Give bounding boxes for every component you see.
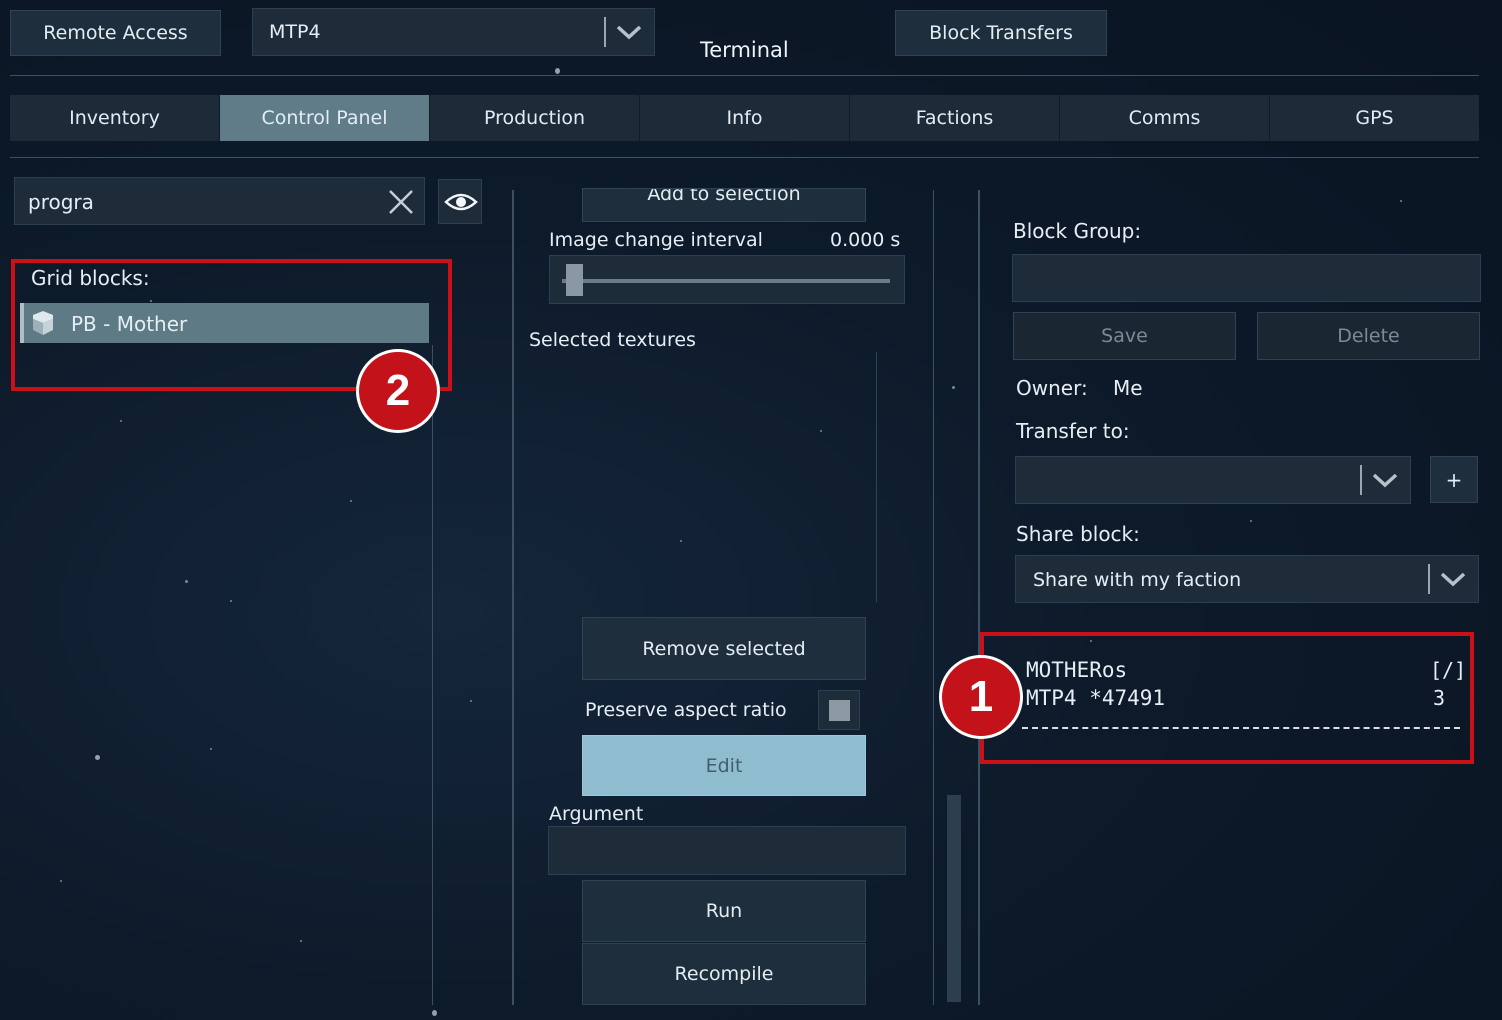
tab-factions[interactable]: Factions xyxy=(850,95,1060,141)
run-label: Run xyxy=(705,900,743,922)
tab-label: Control Panel xyxy=(261,107,388,129)
preserve-aspect-checkbox[interactable] xyxy=(818,690,860,730)
tab-bar: Inventory Control Panel Production Info … xyxy=(10,95,1479,141)
transfer-to-label: Transfer to: xyxy=(1016,419,1130,443)
page-title: Terminal xyxy=(700,38,789,62)
delete-button[interactable]: Delete xyxy=(1257,312,1480,360)
divider xyxy=(10,157,1479,158)
tab-label: Factions xyxy=(915,107,994,129)
search-input[interactable]: progra xyxy=(14,177,425,225)
add-label: + xyxy=(1445,467,1463,492)
remove-selected-button[interactable]: Remove selected xyxy=(582,617,866,680)
tab-label: GPS xyxy=(1355,107,1394,129)
block-group-input[interactable] xyxy=(1012,254,1481,302)
run-button[interactable]: Run xyxy=(582,880,866,942)
edit-button[interactable]: Edit xyxy=(582,735,866,796)
selected-textures-list[interactable] xyxy=(527,352,877,602)
argument-input[interactable] xyxy=(548,826,906,875)
grid-select-dropdown[interactable]: MTP4 xyxy=(252,8,655,56)
show-hidden-toggle[interactable] xyxy=(438,179,482,224)
edit-label: Edit xyxy=(705,754,743,777)
owner-label: Owner: xyxy=(1016,376,1088,400)
add-transfer-button[interactable]: + xyxy=(1430,456,1478,503)
owner-value: Me xyxy=(1113,376,1143,400)
slider-track xyxy=(562,279,890,283)
divider xyxy=(978,190,980,1005)
preserve-aspect-label: Preserve aspect ratio xyxy=(585,699,787,721)
divider xyxy=(10,75,1479,76)
share-block-label: Share block: xyxy=(1016,522,1140,546)
delete-label: Delete xyxy=(1337,325,1400,347)
highlight-box-detail-info xyxy=(980,632,1474,764)
argument-label: Argument xyxy=(549,803,644,825)
tab-label: Info xyxy=(726,107,763,129)
transfer-to-dropdown[interactable] xyxy=(1015,456,1411,504)
chevron-down-icon xyxy=(1372,473,1398,488)
tab-label: Inventory xyxy=(69,107,160,129)
recompile-label: Recompile xyxy=(674,963,774,985)
image-interval-label: Image change interval xyxy=(549,229,763,251)
annotation-badge-2: 2 xyxy=(356,349,440,433)
share-block-value: Share with my faction xyxy=(1033,569,1242,591)
tab-gps[interactable]: GPS xyxy=(1270,95,1479,141)
search-input-value: progra xyxy=(28,190,94,214)
add-to-selection-button[interactable]: Add to selection xyxy=(582,188,866,222)
remote-access-label: Remote Access xyxy=(43,22,188,44)
remove-selected-label: Remove selected xyxy=(642,637,806,660)
checkbox-fill xyxy=(829,700,850,721)
block-transfers-label: Block Transfers xyxy=(929,22,1073,44)
add-to-selection-label: Add to selection xyxy=(647,188,801,205)
slider-thumb[interactable] xyxy=(566,264,583,296)
tab-inventory[interactable]: Inventory xyxy=(10,95,220,141)
left-column-scroll-edge xyxy=(432,345,433,1005)
clear-search-icon[interactable] xyxy=(387,188,415,216)
chevron-down-icon xyxy=(616,25,642,40)
recompile-button[interactable]: Recompile xyxy=(582,943,866,1005)
divider xyxy=(512,190,514,1005)
block-group-label: Block Group: xyxy=(1013,219,1142,243)
tab-label: Comms xyxy=(1128,107,1201,129)
tab-comms[interactable]: Comms xyxy=(1060,95,1270,141)
middle-scrollbar[interactable] xyxy=(947,795,961,1002)
tab-production[interactable]: Production xyxy=(430,95,640,141)
image-interval-slider[interactable] xyxy=(549,255,905,304)
grid-select-value: MTP4 xyxy=(269,21,321,43)
eye-icon xyxy=(444,193,478,211)
image-interval-value: 0.000 s xyxy=(830,229,901,251)
block-transfers-button[interactable]: Block Transfers xyxy=(895,10,1107,56)
share-block-dropdown[interactable]: Share with my faction xyxy=(1015,555,1479,603)
selected-textures-label: Selected textures xyxy=(529,329,696,351)
chevron-down-icon xyxy=(1440,572,1466,587)
divider xyxy=(933,190,934,1005)
annotation-badge-1: 1 xyxy=(939,655,1023,739)
save-label: Save xyxy=(1101,325,1148,347)
tab-control-panel[interactable]: Control Panel xyxy=(220,95,430,141)
save-button[interactable]: Save xyxy=(1013,312,1236,360)
remote-access-button[interactable]: Remote Access xyxy=(10,10,221,56)
tab-label: Production xyxy=(483,107,586,129)
tab-info[interactable]: Info xyxy=(640,95,850,141)
